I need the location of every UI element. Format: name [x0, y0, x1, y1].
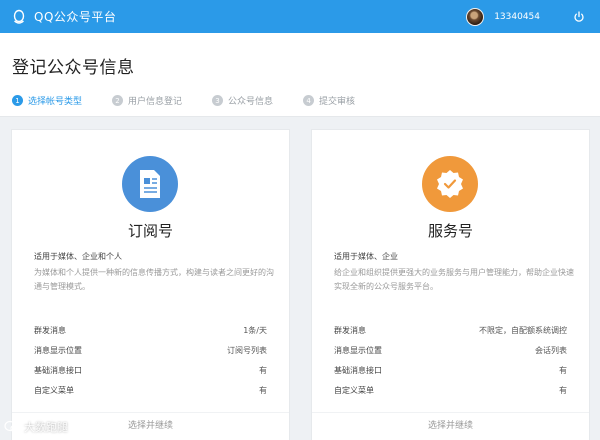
feature-name: 自定义菜单 [34, 385, 74, 395]
feature-row: 群发消息 1条/天 [34, 320, 267, 340]
feature-list: 群发消息 1条/天 消息显示位置 订阅号列表 基础消息接口 有 自定义菜单 有 [34, 320, 267, 400]
feature-name: 消息显示位置 [34, 345, 82, 355]
brand-title[interactable]: QQ公众号平台 [34, 8, 116, 25]
card-title: 服务号 [427, 222, 473, 240]
user-id[interactable]: 13340454 [494, 12, 540, 22]
document-icon [122, 156, 178, 212]
card-subtitle: 适用于媒体、企业 [334, 252, 398, 261]
card-description: 给企业和组织提供更强大的业务服务与用户管理能力，帮助企业快速实现全新的公众号服务… [334, 268, 574, 291]
feature-value: 会话列表 [535, 345, 567, 355]
power-icon[interactable] [572, 10, 586, 24]
feature-value: 订阅号列表 [227, 345, 267, 355]
watermark: 大数跑腿 [4, 419, 68, 435]
step-number: 2 [112, 95, 124, 106]
feature-row: 消息显示位置 会话列表 [334, 340, 567, 360]
feature-row: 消息显示位置 订阅号列表 [34, 340, 267, 360]
step-submit-review[interactable]: 4 提交审核 [303, 94, 355, 107]
feature-value: 有 [259, 365, 267, 375]
divider [312, 412, 589, 413]
divider [12, 412, 289, 413]
service-account-card[interactable]: 服务号 适用于媒体、企业 给企业和组织提供更强大的业务服务与用户管理能力，帮助企… [312, 130, 589, 440]
feature-name: 消息显示位置 [334, 345, 382, 355]
avatar[interactable] [466, 7, 485, 26]
feature-row: 基础消息接口 有 [334, 360, 567, 380]
step-label: 选择帐号类型 [28, 97, 83, 107]
feature-value: 有 [259, 385, 267, 395]
step-account-info[interactable]: 3 公众号信息 [212, 94, 273, 107]
badge-check-icon [422, 156, 478, 212]
step-number: 1 [12, 95, 23, 106]
page-header: 登记公众号信息 1 选择帐号类型 2 用户信息登记 3 公众号信息 4 提交审核 [0, 33, 600, 117]
subscription-account-card[interactable]: 订阅号 适用于媒体、企业和个人 为媒体和个人提供一种新的信息传播方式，构建与读者… [12, 130, 289, 440]
select-service-button[interactable]: 选择并继续 [312, 418, 589, 431]
card-description: 为媒体和个人提供一种新的信息传播方式，构建与读者之间更好的沟通与管理模式。 [34, 268, 274, 291]
feature-name: 基础消息接口 [334, 365, 382, 375]
step-select-account-type[interactable]: 1 选择帐号类型 [12, 94, 82, 107]
step-number: 4 [303, 95, 315, 106]
page-title: 登记公众号信息 [12, 58, 135, 78]
qq-penguin-icon[interactable] [10, 8, 28, 26]
feature-row: 群发消息 不限定，自配额系统调控 [334, 320, 567, 340]
watermark-logo-icon [4, 420, 20, 433]
card-title: 订阅号 [127, 222, 173, 240]
feature-value: 不限定，自配额系统调控 [479, 325, 567, 335]
feature-row: 自定义菜单 有 [334, 380, 567, 400]
feature-value: 有 [559, 385, 567, 395]
card-subtitle: 适用于媒体、企业和个人 [34, 252, 122, 261]
step-label: 用户信息登记 [128, 97, 183, 107]
feature-name: 基础消息接口 [34, 365, 82, 375]
step-label: 公众号信息 [228, 97, 274, 107]
step-label: 提交审核 [319, 97, 356, 107]
watermark-text: 大数跑腿 [24, 421, 68, 434]
feature-row: 自定义菜单 有 [34, 380, 267, 400]
step-indicator: 1 选择帐号类型 2 用户信息登记 3 公众号信息 4 提交审核 [12, 94, 385, 107]
feature-row: 基础消息接口 有 [34, 360, 267, 380]
step-user-info[interactable]: 2 用户信息登记 [112, 94, 182, 107]
feature-name: 群发消息 [34, 325, 66, 335]
feature-list: 群发消息 不限定，自配额系统调控 消息显示位置 会话列表 基础消息接口 有 自定… [334, 320, 567, 400]
step-number: 3 [212, 95, 224, 106]
feature-value: 有 [559, 365, 567, 375]
feature-value: 1条/天 [243, 325, 267, 335]
feature-name: 群发消息 [334, 325, 366, 335]
top-bar: QQ公众号平台 13340454 [0, 0, 600, 33]
feature-name: 自定义菜单 [334, 385, 374, 395]
